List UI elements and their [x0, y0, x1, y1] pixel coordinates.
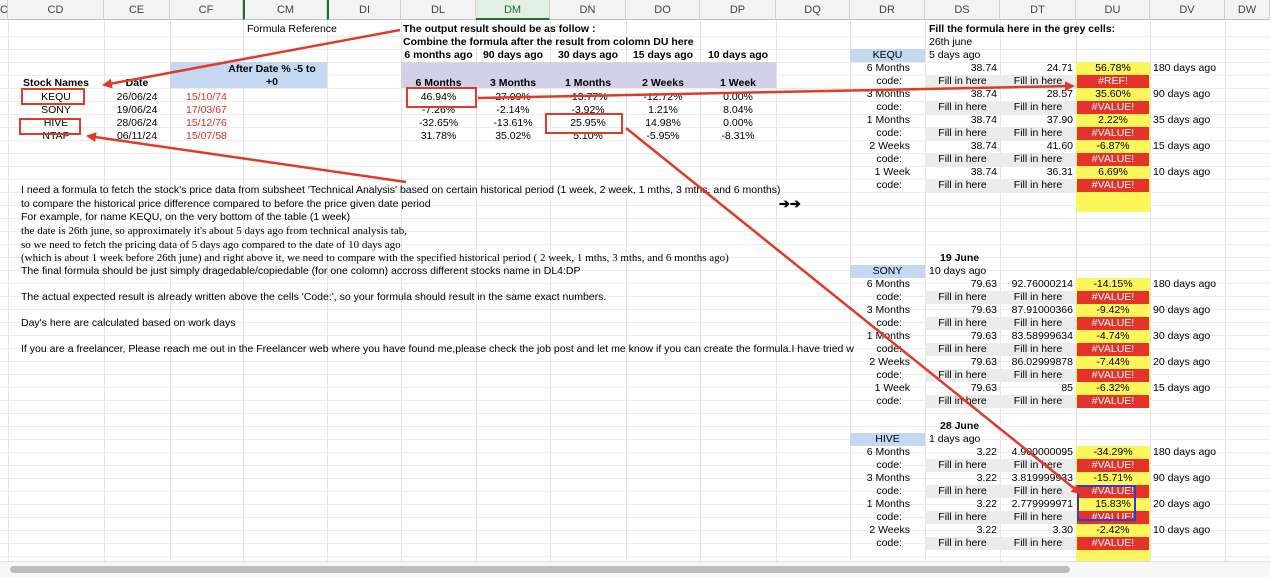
scrollbar-thumb[interactable]	[10, 566, 1070, 573]
spreadsheet-grid[interactable]: C CD CE CF CM DI DL DM DN DO DP DQ DR DS…	[0, 0, 1270, 577]
annotation-arrows	[86, 28, 1082, 495]
horizontal-scrollbar[interactable]	[0, 561, 1270, 577]
